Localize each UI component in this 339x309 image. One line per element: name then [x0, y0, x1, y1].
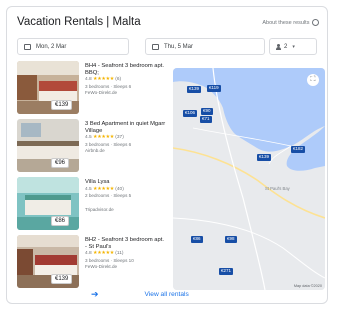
listing-name: BH2 - Seafront 3 bedroom apt. - St Paul'… — [85, 237, 164, 250]
listing-details: 3 bedrooms · Sleeps 10 — [85, 258, 134, 264]
calendar-icon — [24, 43, 31, 50]
price-badge: €139 — [51, 274, 73, 284]
info-icon — [312, 19, 319, 26]
checkin-date: Mon, 2 Mar — [36, 43, 67, 50]
map-price-pin[interactable]: €139 — [187, 86, 202, 93]
rating-value: 4.5 — [85, 135, 92, 141]
card-header: Vacation Rentals | Malta About these res… — [17, 15, 319, 33]
listing-name: 3 Bed Apartment in quiet Mgarr Village — [85, 121, 166, 134]
listing-rating: 4.5 ★★★★★ (40) — [85, 185, 167, 193]
review-count: (11) — [115, 251, 124, 257]
listing-details: 3 bedrooms · Sleeps 6 — [85, 84, 132, 90]
view-all-label: View all rentals — [144, 290, 189, 298]
listing-rating: 4.5 ★★★★★ (37) — [85, 134, 167, 141]
about-results-link[interactable]: About these results — [262, 19, 319, 26]
map-price-pin[interactable]: €71 — [200, 116, 212, 123]
listing-source: Tripadvisor.de — [85, 206, 114, 212]
rating-value: 4.8 — [85, 251, 92, 257]
review-count: (6) — [115, 77, 122, 83]
arrow-right-icon: ➔ — [91, 288, 99, 299]
list-item[interactable]: €96 3 Bed Apartment in quiet Mgarr Villa… — [17, 119, 167, 174]
chevron-down-icon: ▾ — [292, 43, 295, 50]
guests-select[interactable]: 2 ▾ — [269, 38, 317, 55]
map-town-label: St Paul's Bay — [265, 186, 290, 191]
price-badge: €139 — [51, 100, 73, 110]
expand-map-icon[interactable]: ⛶ — [307, 74, 319, 86]
map-price-pin[interactable]: €271 — [219, 268, 234, 275]
map-price-pin[interactable]: €182 — [291, 146, 306, 153]
star-rating-icon: ★★★★★ — [93, 250, 114, 257]
vacation-rentals-card: Vacation Rentals | Malta About these res… — [6, 6, 328, 304]
calendar-icon — [152, 43, 159, 50]
price-badge: €96 — [51, 158, 70, 168]
map-price-pin[interactable]: €86 — [191, 236, 203, 243]
listing-source: FeWo-Direkt.de — [85, 264, 118, 270]
checkout-date-picker[interactable]: Thu, 5 Mar — [145, 38, 265, 55]
rating-value: 4.5 — [85, 186, 92, 192]
listing-details: 3 bedrooms · Sleeps 6 — [85, 142, 132, 148]
rentals-map[interactable]: €139 €119 €106 €90 €71 €139 €182 €86 €98… — [173, 68, 325, 290]
listing-details: 2 bedrooms · Sleeps 5 — [85, 193, 132, 199]
view-all-rentals-link[interactable]: ➔ View all rentals — [85, 287, 325, 301]
list-item[interactable]: €139 BH2 - Seafront 3 bedroom apt. - St … — [17, 235, 167, 290]
guests-count: 2 — [284, 43, 288, 50]
rating-value: 4.8 — [85, 77, 92, 83]
map-price-pin[interactable]: €139 — [257, 154, 272, 161]
card-title: Vacation Rentals | Malta — [17, 16, 141, 28]
listing-photo: €86 — [17, 177, 79, 230]
listing-name: Villa Lysa — [85, 179, 110, 185]
review-count: (37) — [115, 135, 124, 141]
star-rating-icon: ★★★★★ — [93, 76, 114, 83]
map-price-pin[interactable]: €98 — [225, 236, 237, 243]
listing-rating: 4.8 ★★★★★ (11) — [85, 250, 167, 257]
checkin-date-picker[interactable]: Mon, 2 Mar — [17, 38, 129, 55]
map-background — [173, 68, 325, 290]
listing-source: Airbnb.de — [85, 148, 105, 154]
about-results-label: About these results — [262, 19, 310, 26]
listing-photo: €139 — [17, 235, 79, 288]
listing-photo: €96 — [17, 119, 79, 172]
filters-bar: Mon, 2 Mar Thu, 5 Mar 2 ▾ — [17, 38, 319, 55]
listing-name: BH4 - Seafront 3 bedroom apt. BBQ; — [85, 63, 164, 76]
listing-source: FeWo-Direkt.de — [85, 90, 118, 96]
person-icon — [276, 43, 281, 50]
list-item[interactable]: €86 Villa Lysa 4.5 ★★★★★ (40) 2 bedrooms… — [17, 177, 167, 232]
map-price-pin[interactable]: €90 — [201, 108, 213, 115]
star-rating-icon: ★★★★★ — [93, 134, 114, 141]
listing-rating: 4.8 ★★★★★ (6) — [85, 76, 167, 83]
listing-photo: €139 — [17, 61, 79, 114]
map-price-pin[interactable]: €106 — [183, 110, 198, 117]
map-price-pin[interactable]: €119 — [207, 85, 221, 92]
price-badge: €86 — [51, 216, 70, 226]
checkout-date: Thu, 5 Mar — [164, 43, 194, 50]
list-item[interactable]: €139 BH4 - Seafront 3 bedroom apt. BBQ; … — [17, 61, 167, 116]
review-count: (40) — [115, 186, 124, 192]
star-rating-icon: ★★★★★ — [93, 185, 114, 192]
